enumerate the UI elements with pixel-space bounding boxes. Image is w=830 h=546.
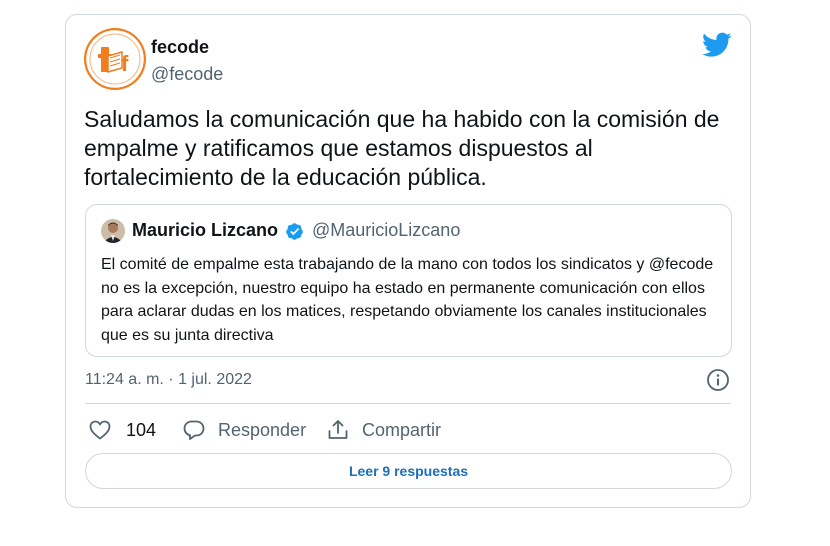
verified-badge-icon bbox=[286, 223, 303, 240]
quoted-tweet[interactable]: Mauricio Lizcano @MauricioLizcano El com… bbox=[85, 204, 732, 357]
fecode-avatar[interactable]: f bbox=[84, 28, 146, 90]
heart-icon bbox=[89, 420, 111, 440]
divider bbox=[85, 403, 731, 404]
info-icon[interactable] bbox=[706, 368, 730, 392]
author-name[interactable]: fecode bbox=[151, 37, 209, 58]
read-replies-button[interactable]: Leer 9 respuestas bbox=[85, 453, 732, 489]
tweet-text: Saludamos la comunicación que ha habido … bbox=[84, 106, 720, 190]
tweet-timestamp[interactable]: 11:24 a. m. · 1 jul. 2022 bbox=[85, 371, 252, 389]
quoted-author-avatar[interactable] bbox=[101, 219, 125, 243]
svg-text:f: f bbox=[121, 51, 129, 76]
author-handle[interactable]: @fecode bbox=[151, 64, 223, 85]
reply-button[interactable]: Responder bbox=[182, 415, 306, 445]
like-count: 104 bbox=[126, 419, 157, 440]
quoted-author-handle[interactable]: @MauricioLizcano bbox=[312, 220, 460, 241]
tweet-card: f fecode @fecode Saludamos la comunicaci… bbox=[65, 14, 751, 508]
quoted-author-name[interactable]: Mauricio Lizcano bbox=[132, 220, 278, 241]
share-label: Compartir bbox=[362, 419, 442, 440]
share-icon bbox=[328, 420, 348, 439]
quoted-tweet-text: El comité de empalme esta trabajando de … bbox=[101, 256, 714, 344]
reply-label: Responder bbox=[218, 419, 307, 440]
reply-bubble-icon bbox=[183, 420, 205, 440]
twitter-bird-icon[interactable] bbox=[702, 32, 732, 58]
like-button[interactable]: 104 bbox=[88, 415, 156, 445]
share-button[interactable]: Compartir bbox=[326, 415, 441, 445]
action-bar: 104 Responder Compartir bbox=[85, 415, 725, 445]
